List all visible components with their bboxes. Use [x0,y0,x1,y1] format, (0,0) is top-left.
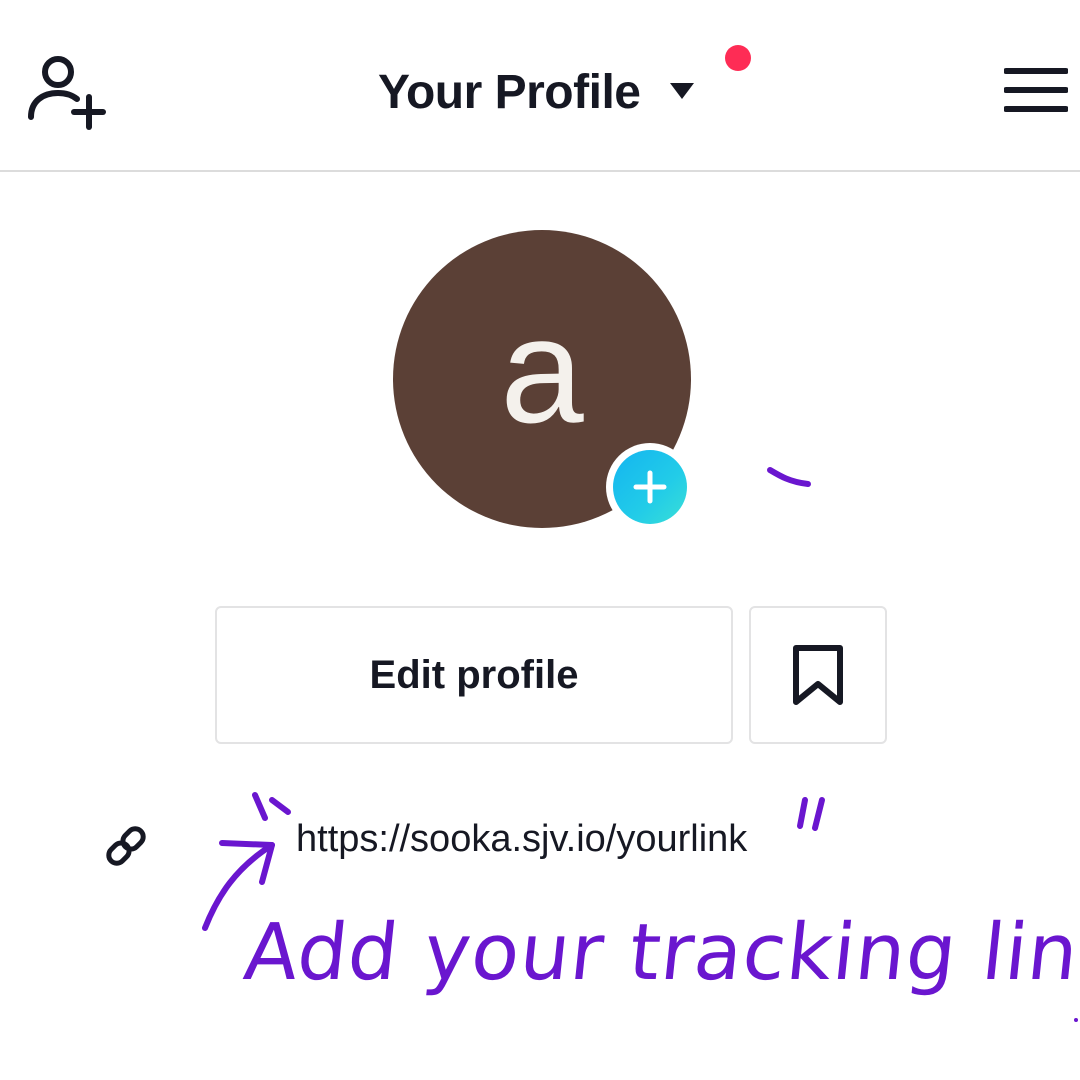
favorites-button[interactable] [749,606,887,744]
plus-icon [633,470,667,504]
top-bar: Your Profile [0,0,1080,172]
avatar-initial: a [500,286,584,454]
hamburger-menu-icon[interactable] [1004,66,1068,114]
profile-screen: Your Profile a Edit profile https://sook… [0,0,1080,1080]
caret-down-icon [670,83,695,99]
edit-profile-button[interactable]: Edit profile [215,606,733,744]
add-photo-button[interactable] [606,443,694,531]
link-icon[interactable] [103,823,149,869]
person-plus-icon[interactable] [26,55,106,130]
account-switcher[interactable]: Your Profile [378,62,695,122]
bio-link[interactable]: https://sooka.sjv.io/yourlink [296,818,747,861]
bookmark-icon [793,645,843,705]
add-photo-badge [613,450,687,524]
page-title: Your Profile [378,65,641,119]
notification-dot [725,45,751,71]
annotation-text: Add your tracking link [240,908,1080,998]
edit-profile-label: Edit profile [369,652,579,697]
